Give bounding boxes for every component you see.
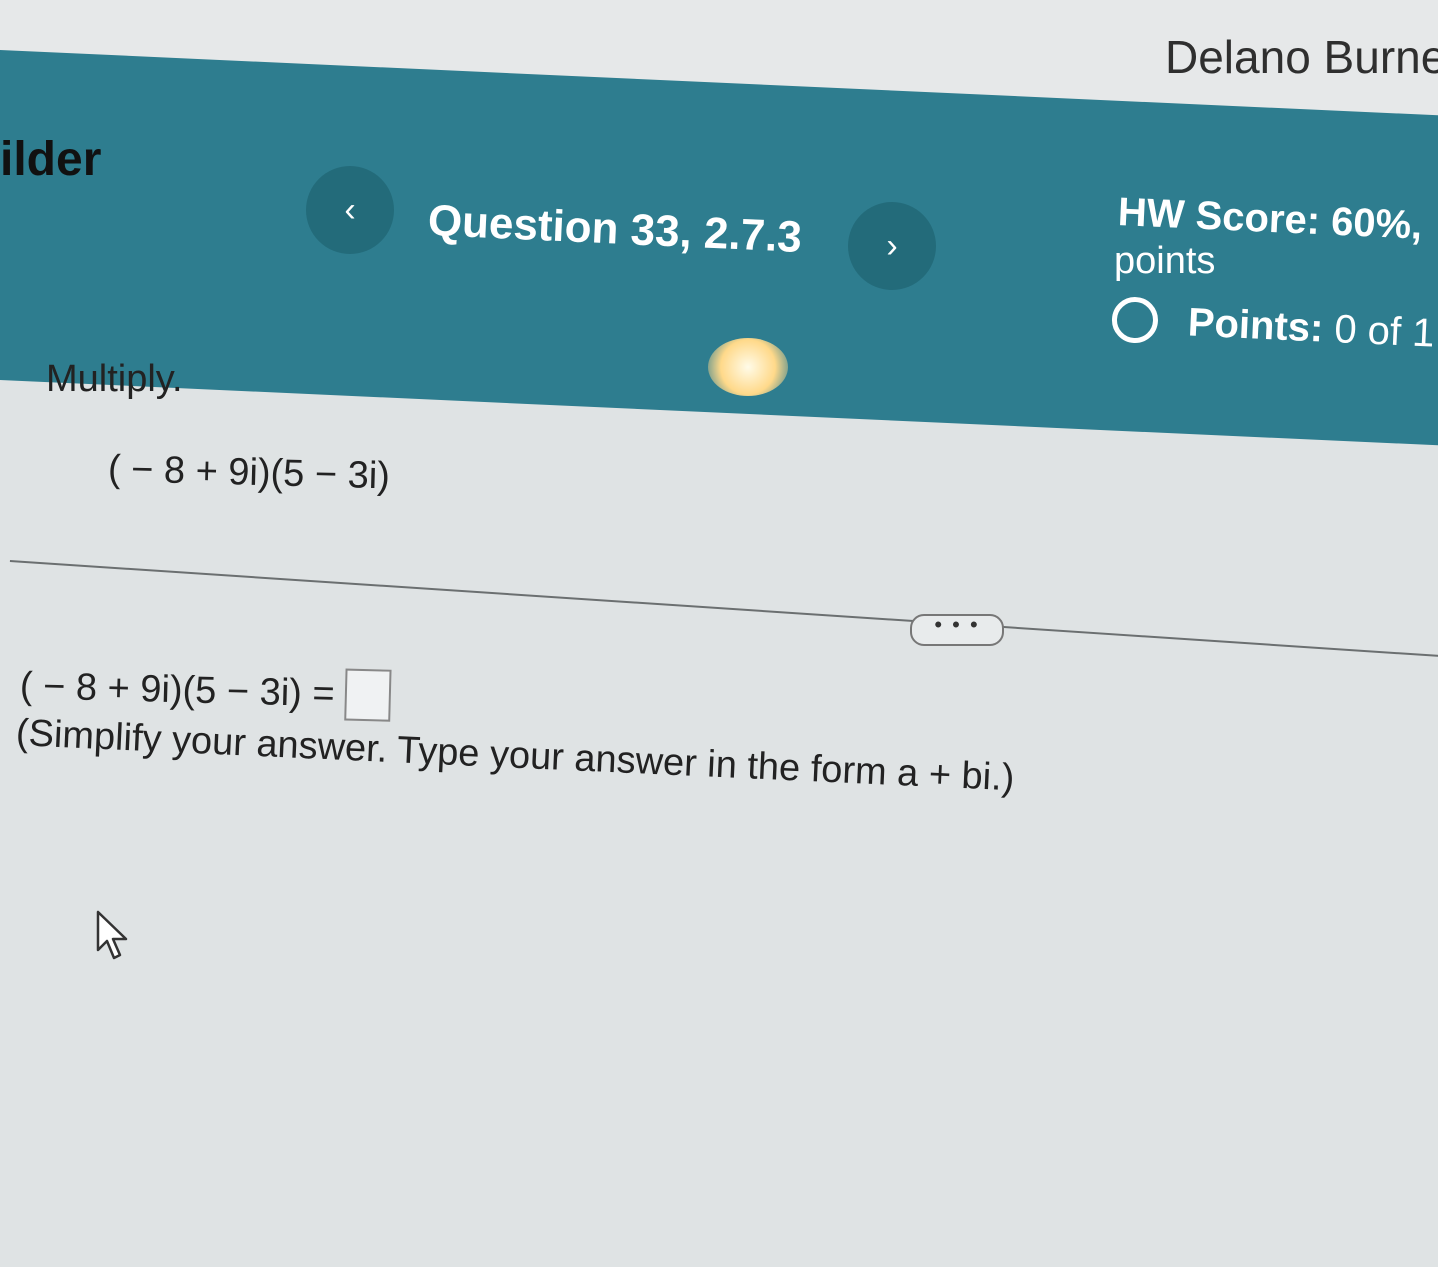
question-expression: ( − 8 + 9i)(5 − 3i)	[107, 448, 391, 498]
question-instruction: Multiply.	[46, 358, 183, 400]
hw-score-points: points	[1114, 240, 1216, 282]
points-label: Points:	[1186, 299, 1325, 351]
mouse-cursor-icon	[96, 910, 128, 960]
answer-input[interactable]	[343, 668, 392, 722]
status-circle-icon	[1110, 296, 1159, 345]
chevron-left-icon: ‹	[344, 190, 356, 229]
section-divider	[9, 560, 1438, 658]
screen-glare	[708, 338, 788, 396]
previous-question-button[interactable]: ‹	[306, 166, 394, 254]
more-options-button[interactable]: • • •	[910, 614, 1004, 646]
answer-row: ( − 8 + 9i)(5 − 3i) =	[19, 660, 392, 722]
answer-prompt: ( − 8 + 9i)(5 − 3i) =	[19, 664, 336, 715]
user-name[interactable]: Delano Burnet	[1165, 30, 1438, 84]
answer-hint: (Simplify your answer. Type your answer …	[15, 712, 1016, 800]
points-value: 0 of 1	[1333, 306, 1436, 356]
next-question-button[interactable]: ›	[848, 202, 936, 290]
app-title: ilder	[0, 133, 102, 186]
chevron-right-icon: ›	[886, 226, 898, 265]
